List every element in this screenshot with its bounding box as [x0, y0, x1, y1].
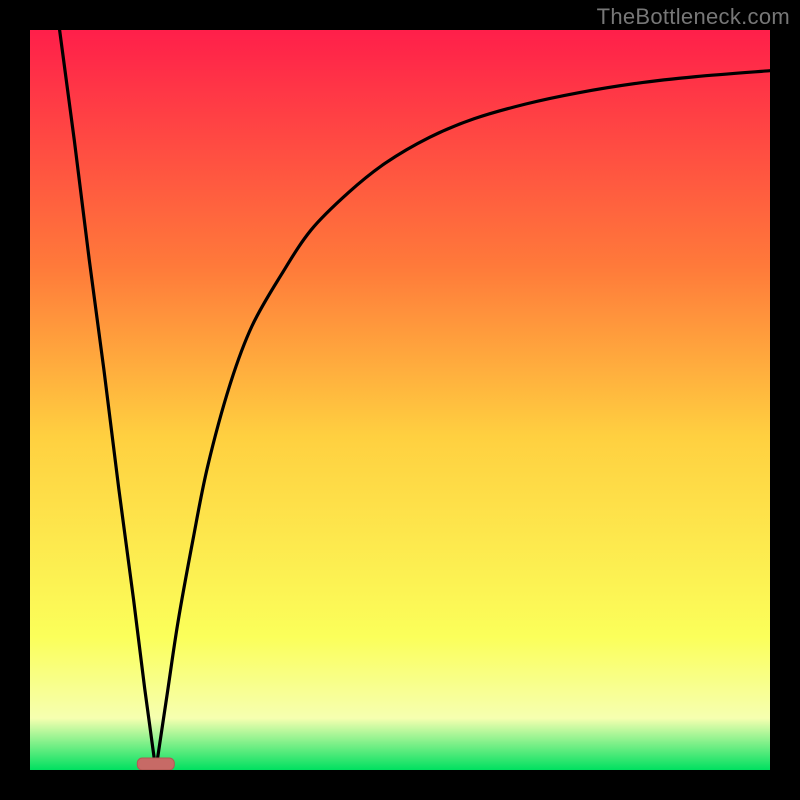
plot-area: [30, 30, 770, 770]
watermark-text: TheBottleneck.com: [597, 4, 790, 30]
bottleneck-marker: [137, 758, 174, 770]
chart-svg: [30, 30, 770, 770]
chart-frame: TheBottleneck.com: [0, 0, 800, 800]
